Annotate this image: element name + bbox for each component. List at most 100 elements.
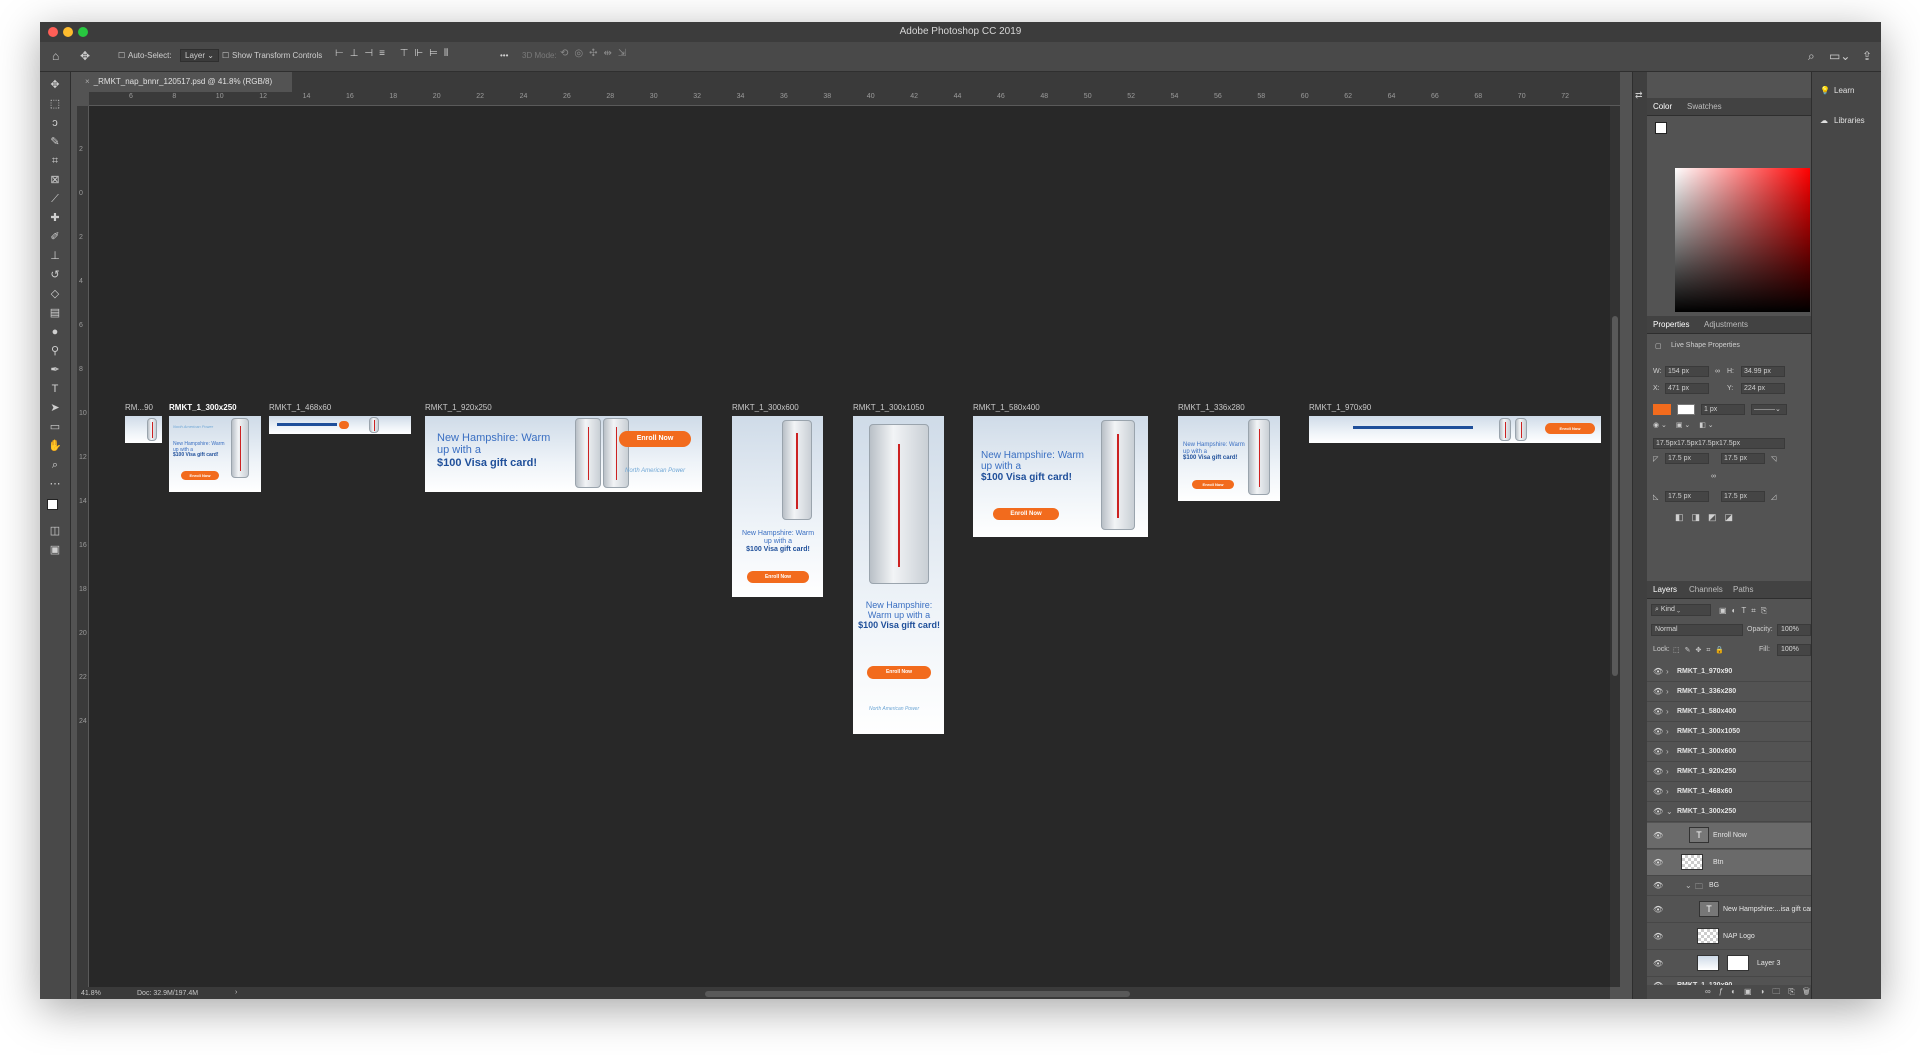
transform-controls-checkbox[interactable]: ☐: [222, 51, 229, 60]
artboard-920x250[interactable]: New Hampshire: Warm up with a $100 Visa …: [425, 416, 702, 492]
stroke-width-field[interactable]: 1 px: [1701, 404, 1745, 415]
artboard-label-970x90[interactable]: RMKT_1_970x90: [1309, 403, 1371, 412]
radius-br-field[interactable]: 17.5 px: [1721, 491, 1765, 502]
artboard-580x400[interactable]: New Hampshire: Warm up with a $100 Visa …: [973, 416, 1148, 537]
fill-swatch[interactable]: [1653, 404, 1671, 415]
document-tab[interactable]: × _RMKT_nap_bnnr_120517.psd @ 41.8% (RGB/…: [77, 72, 292, 92]
learn-button[interactable]: 💡 Learn: [1820, 86, 1854, 95]
hand-tool-icon[interactable]: ✋: [48, 439, 62, 453]
tab-swatches[interactable]: Swatches: [1687, 102, 1722, 111]
expand-chevron-icon[interactable]: ›: [1666, 667, 1669, 676]
move-tool-icon[interactable]: ✥: [80, 49, 90, 63]
visibility-eye-icon[interactable]: 👁: [1653, 787, 1663, 796]
artboard-300x600[interactable]: New Hampshire: Warm up with a $100 Visa …: [732, 416, 823, 597]
artboard-468x60[interactable]: [269, 416, 411, 434]
enroll-now-button[interactable]: Enroll Now: [867, 666, 931, 679]
stamp-tool-icon[interactable]: ⊥: [48, 249, 62, 263]
zoom-level[interactable]: 41.8%: [81, 990, 101, 997]
tab-layers[interactable]: Layers: [1653, 585, 1677, 594]
visibility-eye-icon[interactable]: 👁: [1653, 858, 1663, 867]
edit-toolbar-icon[interactable]: ⋯: [48, 477, 62, 491]
frame-tool-icon[interactable]: ⊠: [48, 173, 62, 187]
mode-3d-icons[interactable]: ⟲◎✣⇹⇲: [560, 48, 632, 59]
align-icons[interactable]: ⊢⊥⊣≡ ⊤⊩⊨⦀: [335, 48, 454, 59]
path-select-tool-icon[interactable]: ➤: [48, 401, 62, 415]
visibility-eye-icon[interactable]: 👁: [1653, 767, 1663, 776]
quick-mask-icon[interactable]: ◫: [48, 524, 62, 538]
foreground-color-swatch[interactable]: [47, 499, 58, 510]
expand-chevron-icon[interactable]: ›: [1666, 787, 1669, 796]
share-icon[interactable]: ⇪: [1862, 49, 1872, 63]
tab-channels[interactable]: Channels: [1689, 585, 1723, 594]
enroll-now-button[interactable]: [339, 421, 349, 429]
lasso-tool-icon[interactable]: ↄ: [48, 116, 62, 130]
stroke-options-icons[interactable]: ◉ ⌄ ▣ ⌄ ◧ ⌄: [1653, 420, 1714, 430]
search-icon[interactable]: ⌕: [1808, 49, 1815, 64]
visibility-eye-icon[interactable]: 👁: [1653, 747, 1663, 756]
lock-icons[interactable]: ⬚✎✥⌗🔒: [1673, 646, 1729, 655]
enroll-now-button[interactable]: Enroll Now: [747, 571, 809, 583]
visibility-eye-icon[interactable]: 👁: [1653, 881, 1663, 890]
artboard-label-920x250[interactable]: RMKT_1_920x250: [425, 403, 492, 412]
enroll-now-button[interactable]: Enroll Now: [619, 431, 691, 447]
visibility-eye-icon[interactable]: 👁: [1653, 667, 1663, 676]
history-panel-icon[interactable]: ⇄: [1635, 90, 1643, 101]
artboard-label-300x1050[interactable]: RMKT_1_300x1050: [853, 403, 924, 412]
close-window-button[interactable]: [48, 27, 58, 37]
enroll-now-button[interactable]: Enroll Now: [181, 471, 219, 480]
move-tool-icon[interactable]: ✥: [48, 78, 62, 92]
visibility-eye-icon[interactable]: 👁: [1653, 831, 1663, 840]
shape-tool-icon[interactable]: ▭: [48, 420, 62, 434]
tab-properties[interactable]: Properties: [1653, 320, 1689, 329]
layer-footer-icons[interactable]: ∞ƒ◐▣◑🗀⎘🗑: [1705, 986, 1818, 999]
marquee-tool-icon[interactable]: ⬚: [48, 97, 62, 111]
artboard-label-468x60[interactable]: RMKT_1_468x60: [269, 403, 331, 412]
visibility-eye-icon[interactable]: 👁: [1653, 687, 1663, 696]
artboard-970x90[interactable]: Enroll Now: [1309, 416, 1601, 443]
history-brush-icon[interactable]: ↺: [48, 268, 62, 282]
artboard-300x1050[interactable]: New Hampshire: Warm up with a $100 Visa …: [853, 416, 944, 734]
healing-tool-icon[interactable]: ✚: [48, 211, 62, 225]
close-tab-icon[interactable]: ×: [85, 77, 90, 86]
w-field[interactable]: 154 px: [1665, 366, 1709, 377]
fg-color-chip[interactable]: [1655, 122, 1667, 134]
status-menu-icon[interactable]: ›: [235, 989, 237, 996]
radius-bl-field[interactable]: 17.5 px: [1665, 491, 1709, 502]
link-radii-icon[interactable]: ∞: [1711, 473, 1716, 480]
radius-tr-field[interactable]: 17.5 px: [1721, 453, 1765, 464]
artboard-label-580x400[interactable]: RMKT_1_580x400: [973, 403, 1040, 412]
auto-select-checkbox[interactable]: ☐: [118, 51, 125, 60]
stroke-style-dropdown[interactable]: ———⌄: [1751, 404, 1787, 415]
expand-chevron-icon[interactable]: ›: [1666, 687, 1669, 696]
link-wh-icon[interactable]: ∞: [1715, 368, 1720, 375]
opacity-field[interactable]: 100%: [1777, 624, 1811, 636]
artboard-120x90[interactable]: [125, 416, 162, 443]
enroll-now-button[interactable]: Enroll Now: [1192, 480, 1234, 489]
color-picker-field[interactable]: [1675, 168, 1810, 312]
fill-field[interactable]: 100%: [1777, 644, 1811, 656]
dodge-tool-icon[interactable]: ⚲: [48, 344, 62, 358]
filter-icons[interactable]: ▣◐T⌗⎘: [1719, 606, 1772, 616]
expand-chevron-icon[interactable]: ›: [1666, 727, 1669, 736]
tab-color[interactable]: Color: [1653, 102, 1672, 111]
libraries-button[interactable]: ☁ Libraries: [1820, 116, 1865, 125]
blur-tool-icon[interactable]: ●: [48, 325, 62, 339]
x-field[interactable]: 471 px: [1665, 383, 1709, 394]
screen-mode-icon[interactable]: ▣: [48, 543, 62, 557]
layer-filter-dropdown[interactable]: ⌕ Kind ⌄: [1651, 604, 1711, 616]
stroke-swatch[interactable]: [1677, 404, 1695, 415]
visibility-eye-icon[interactable]: 👁: [1653, 959, 1663, 968]
enroll-now-button[interactable]: Enroll Now: [993, 508, 1059, 520]
radii-summary-field[interactable]: 17.5px17.5px17.5px17.5px: [1653, 438, 1785, 449]
crop-tool-icon[interactable]: ⌗: [48, 154, 62, 168]
horizontal-scroll-thumb[interactable]: [705, 991, 1130, 997]
tab-adjustments[interactable]: Adjustments: [1704, 320, 1748, 329]
pathfinder-icons[interactable]: ◧◨◩◪: [1675, 512, 1741, 523]
artboard-label-300x600[interactable]: RMKT_1_300x600: [732, 403, 799, 412]
pen-tool-icon[interactable]: ✒: [48, 363, 62, 377]
quick-select-tool-icon[interactable]: ✎: [48, 135, 62, 149]
home-icon[interactable]: ⌂: [52, 49, 59, 63]
expand-chevron-icon[interactable]: ›: [1666, 767, 1669, 776]
expand-chevron-icon[interactable]: ›: [1666, 707, 1669, 716]
eyedropper-tool-icon[interactable]: ⟋: [48, 192, 62, 206]
